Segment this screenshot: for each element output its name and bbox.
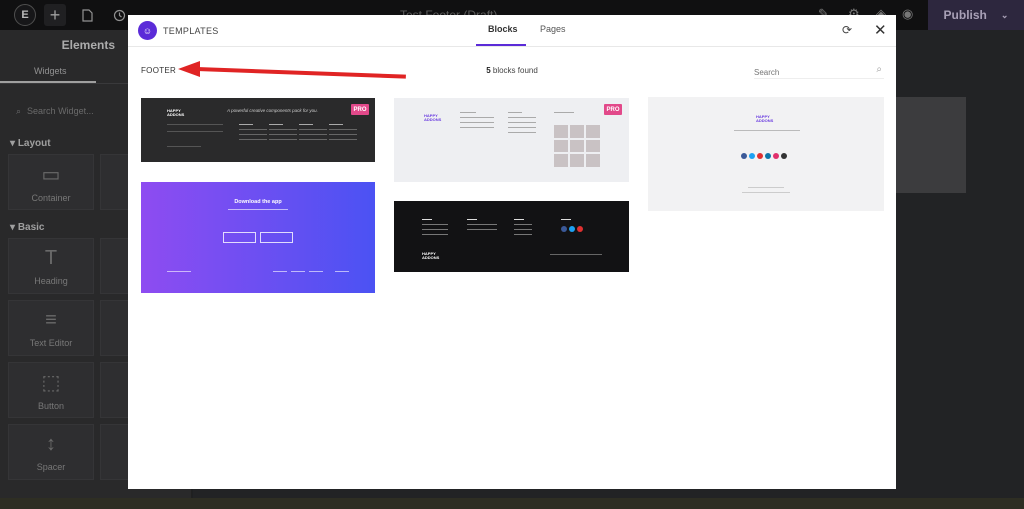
card-subtitle-line bbox=[228, 209, 288, 210]
results-number: 5 bbox=[486, 66, 491, 75]
card-copyright-line bbox=[550, 254, 602, 255]
card-column bbox=[467, 219, 497, 234]
card-logo: HAPPY ADDONS bbox=[756, 114, 774, 123]
card-column bbox=[508, 112, 536, 137]
template-card-app-footer[interactable]: Download the app bbox=[141, 182, 375, 293]
card-logo: HAPPY ADDONS bbox=[167, 108, 185, 117]
close-icon[interactable]: ✕ bbox=[874, 21, 887, 39]
card-column bbox=[460, 112, 494, 132]
template-card-centered-footer[interactable]: HAPPY ADDONS bbox=[648, 97, 884, 211]
sync-icon[interactable]: ⟳ bbox=[842, 23, 852, 37]
modal-title: TEMPLATES bbox=[163, 26, 219, 36]
card-credit-line bbox=[742, 192, 790, 193]
social-icons-preview bbox=[561, 226, 583, 232]
pro-badge: PRO bbox=[351, 104, 369, 115]
results-count: 5 blocks found bbox=[418, 66, 606, 75]
template-search: ⌕ bbox=[754, 62, 884, 80]
category-filter[interactable]: FOOTER bbox=[141, 66, 176, 75]
card-tagline-line bbox=[734, 130, 800, 131]
app-store-button-preview bbox=[260, 232, 293, 243]
tab-pages[interactable]: Pages bbox=[540, 24, 566, 34]
card-column bbox=[561, 219, 573, 224]
active-tab-indicator bbox=[476, 44, 526, 46]
card-column bbox=[554, 112, 574, 117]
search-input[interactable] bbox=[754, 65, 864, 80]
card-column bbox=[422, 219, 448, 239]
card-footer-link bbox=[291, 271, 305, 272]
modal-header: ☺ TEMPLATES Blocks Pages ⟳ ✕ bbox=[128, 15, 896, 47]
card-image-grid bbox=[554, 125, 600, 167]
card-copyright-line bbox=[748, 187, 784, 188]
card-logo: HAPPY ADDONS bbox=[424, 113, 442, 122]
search-icon[interactable]: ⌕ bbox=[876, 64, 882, 75]
card-column bbox=[329, 124, 357, 144]
template-card-dark-footer[interactable]: HAPPY ADDONS A powerful creative compone… bbox=[141, 98, 375, 162]
card-footer-link bbox=[309, 271, 323, 272]
happy-addons-logo-icon: ☺ bbox=[138, 21, 157, 40]
card-footer-link bbox=[335, 271, 349, 272]
template-card-light-footer[interactable]: HAPPY ADDONS PRO bbox=[394, 98, 629, 182]
card-column bbox=[299, 124, 327, 144]
social-icons-preview bbox=[741, 153, 787, 159]
card-footer-link bbox=[273, 271, 287, 272]
results-text: blocks found bbox=[492, 66, 538, 75]
template-card-black-footer[interactable]: HAPPY ADDONS bbox=[394, 201, 629, 272]
card-column bbox=[514, 219, 532, 239]
tab-blocks[interactable]: Blocks bbox=[488, 24, 518, 34]
google-play-button-preview bbox=[223, 232, 256, 243]
pro-badge: PRO bbox=[604, 104, 622, 115]
card-heading: Download the app bbox=[234, 199, 282, 205]
card-column bbox=[269, 124, 297, 144]
card-tagline: A powerful creative components pack for … bbox=[227, 108, 318, 113]
card-copyright-line bbox=[167, 146, 201, 147]
card-description-lines bbox=[167, 124, 223, 132]
card-copyright-line bbox=[167, 271, 191, 272]
annotation-arrow-head bbox=[178, 61, 200, 77]
card-logo: HAPPY ADDONS bbox=[422, 251, 440, 260]
card-column bbox=[239, 124, 267, 144]
